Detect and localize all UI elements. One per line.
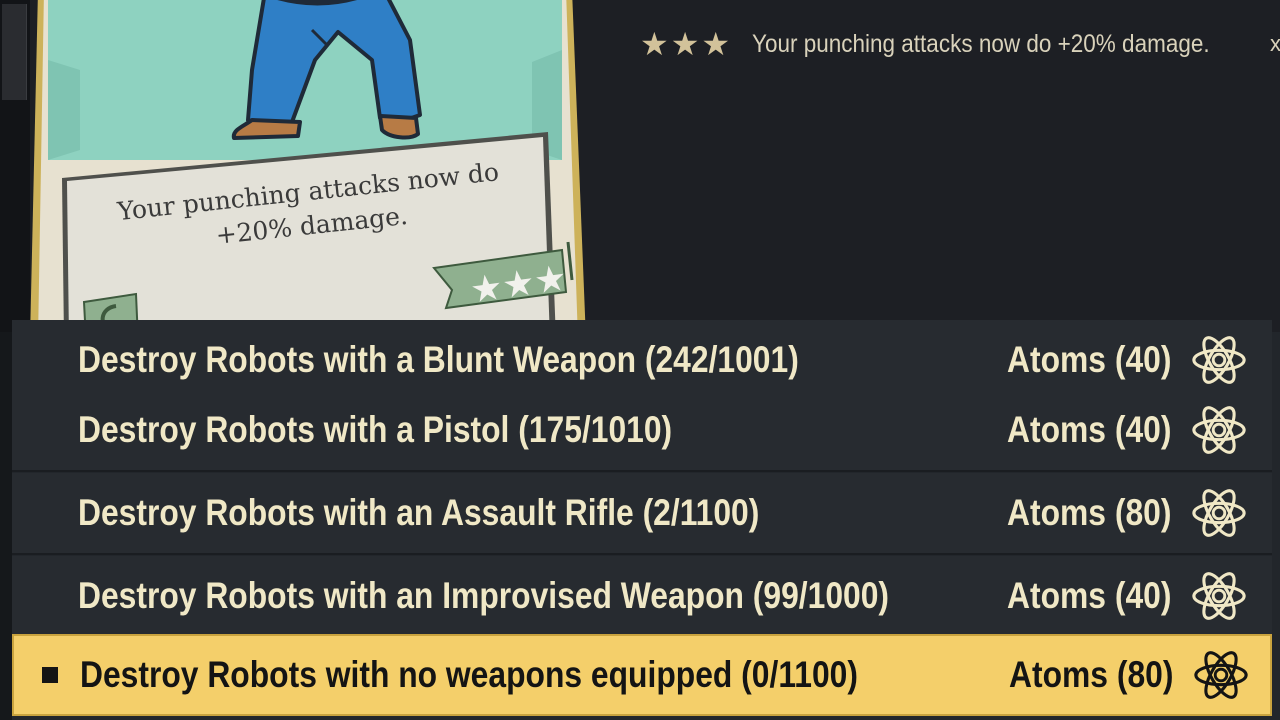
challenge-reward: Atoms (80)	[1009, 654, 1174, 695]
perk-description-text: Your punching attacks now do +20% damage…	[752, 29, 1210, 58]
challenge-list: Destroy Robots with a Blunt Weapon (242/…	[0, 320, 1280, 720]
challenge-label: Destroy Robots with a Pistol (175/1010)	[78, 409, 673, 450]
challenge-label: Destroy Robots with an Assault Rifle (2/…	[78, 492, 760, 533]
challenge-label: Destroy Robots with no weapons equipped …	[80, 654, 858, 695]
challenge-reward: Atoms (80)	[1007, 492, 1172, 533]
bullet-square-icon	[42, 667, 58, 683]
perk-panel: ★★★ Your punching attacks now do +20% da…	[0, 0, 1280, 332]
perk-rank-stars-display: ★★★	[640, 26, 733, 62]
atom-icon	[1192, 406, 1246, 454]
challenge-reward: Atoms (40)	[1007, 409, 1172, 450]
atom-icon	[1192, 336, 1246, 384]
atom-icon	[1194, 651, 1248, 699]
challenge-row[interactable]: Destroy Robots with an Assault Rifle (2/…	[12, 473, 1272, 555]
challenge-row[interactable]: Destroy Robots with an Improvised Weapon…	[12, 556, 1272, 638]
challenge-row[interactable]: Destroy Robots with a Pistol (175/1010) A…	[12, 390, 1272, 472]
art-edge-shade-left	[48, 60, 80, 160]
close-icon[interactable]: x	[1270, 32, 1280, 56]
challenge-row[interactable]: Destroy Robots with no weapons equipped …	[12, 634, 1272, 716]
challenge-reward: Atoms (40)	[1007, 575, 1172, 616]
list-left-shadow	[0, 332, 12, 720]
perk-description: ★★★ Your punching attacks now do +20% da…	[640, 24, 1261, 64]
game-screen: ★★★ Your punching attacks now do +20% da…	[0, 0, 1280, 720]
atom-icon	[1192, 572, 1246, 620]
challenge-label: Destroy Robots with a Blunt Weapon (242/…	[78, 339, 799, 380]
challenge-reward: Atoms (40)	[1007, 339, 1172, 380]
atom-icon	[1192, 489, 1246, 537]
challenge-label: Destroy Robots with an Improvised Weapon…	[78, 575, 890, 616]
